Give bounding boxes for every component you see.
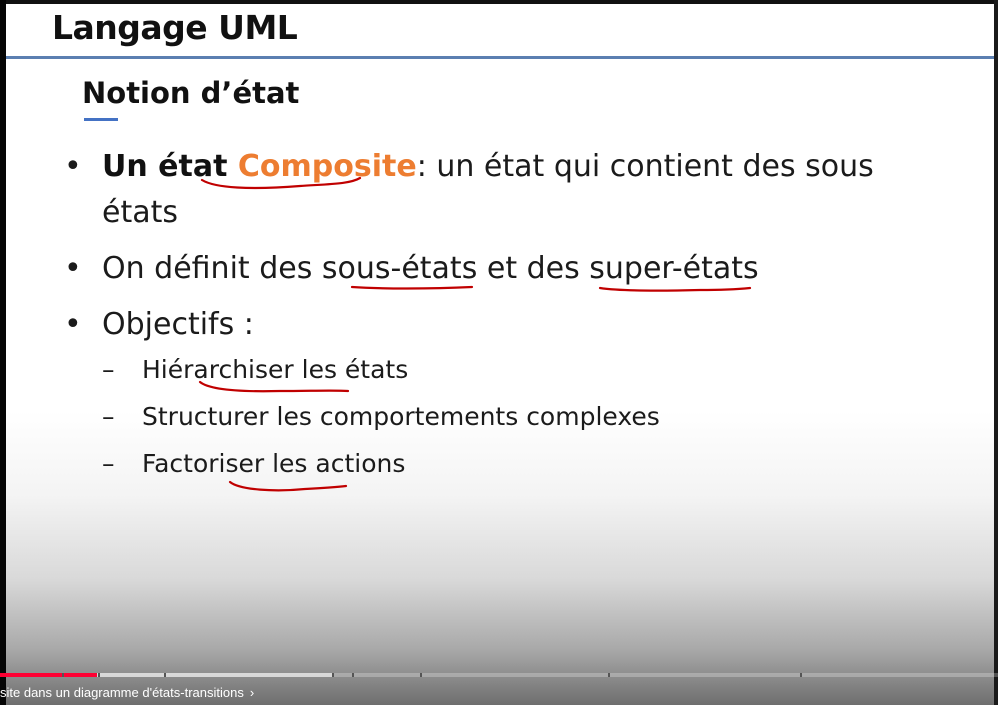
sub-item-factorize: – Factoriser les actions <box>102 446 942 482</box>
chapter-marker <box>800 673 802 677</box>
slide-subtitle: Notion d’état <box>82 76 300 110</box>
bullet-accent-text: Composite <box>237 149 417 184</box>
chapter-marker <box>164 673 166 677</box>
progress-played <box>0 673 97 677</box>
sub-item-text: Factoriser les actions <box>142 449 406 478</box>
video-player-controls: site dans un diagramme d'états-transitio… <box>0 671 998 705</box>
bullet-dot-icon: • <box>64 307 82 342</box>
bullet-dot-icon: • <box>64 251 82 286</box>
chapter-marker <box>98 673 100 677</box>
progress-bar[interactable] <box>0 673 998 677</box>
objectives-sublist: – Hiérarchiser les états – Structurer le… <box>102 352 942 482</box>
bullet-composite-state: • Un état Composite: un état qui contien… <box>62 144 942 236</box>
title-divider <box>6 56 994 59</box>
chapter-marker <box>332 673 334 677</box>
frame-right-border <box>994 0 998 705</box>
sub-item-text: Hiérarchiser les états <box>142 355 409 384</box>
presentation-slide: Langage UML Notion d’état • Un état Comp… <box>6 4 994 705</box>
subtitle-underline <box>84 118 118 121</box>
bullet-text: On définit des sous-états et des super-é… <box>102 251 759 286</box>
sub-item-hierarchize: – Hiérarchiser les états <box>102 352 942 388</box>
chapter-title: site dans un diagramme d'états-transitio… <box>0 685 244 700</box>
dash-icon: – <box>102 402 115 431</box>
bullet-dot-icon: • <box>64 149 82 184</box>
video-frame[interactable]: Langage UML Notion d’état • Un état Comp… <box>0 0 998 705</box>
dash-icon: – <box>102 449 115 478</box>
sub-item-structure: – Structurer les comportements complexes <box>102 399 942 435</box>
chevron-right-icon: › <box>249 685 255 700</box>
bullet-strong-text: Un état <box>102 149 238 184</box>
slide-title: Langage UML <box>52 8 298 47</box>
bullet-list: • Un état Composite: un état qui contien… <box>62 144 942 493</box>
sub-item-text: Structurer les comportements complexes <box>142 402 660 431</box>
chapter-marker <box>352 673 354 677</box>
chapter-marker <box>608 673 610 677</box>
chapter-title-button[interactable]: site dans un diagramme d'états-transitio… <box>0 685 254 700</box>
dash-icon: – <box>102 355 115 384</box>
bullet-text: Objectifs : <box>102 307 254 342</box>
bullet-substates: • On définit des sous-états et des super… <box>62 246 942 292</box>
chapter-marker <box>420 673 422 677</box>
chapter-marker <box>62 673 64 677</box>
bullet-objectives: • Objectifs : – Hiérarchiser les états –… <box>62 302 942 482</box>
